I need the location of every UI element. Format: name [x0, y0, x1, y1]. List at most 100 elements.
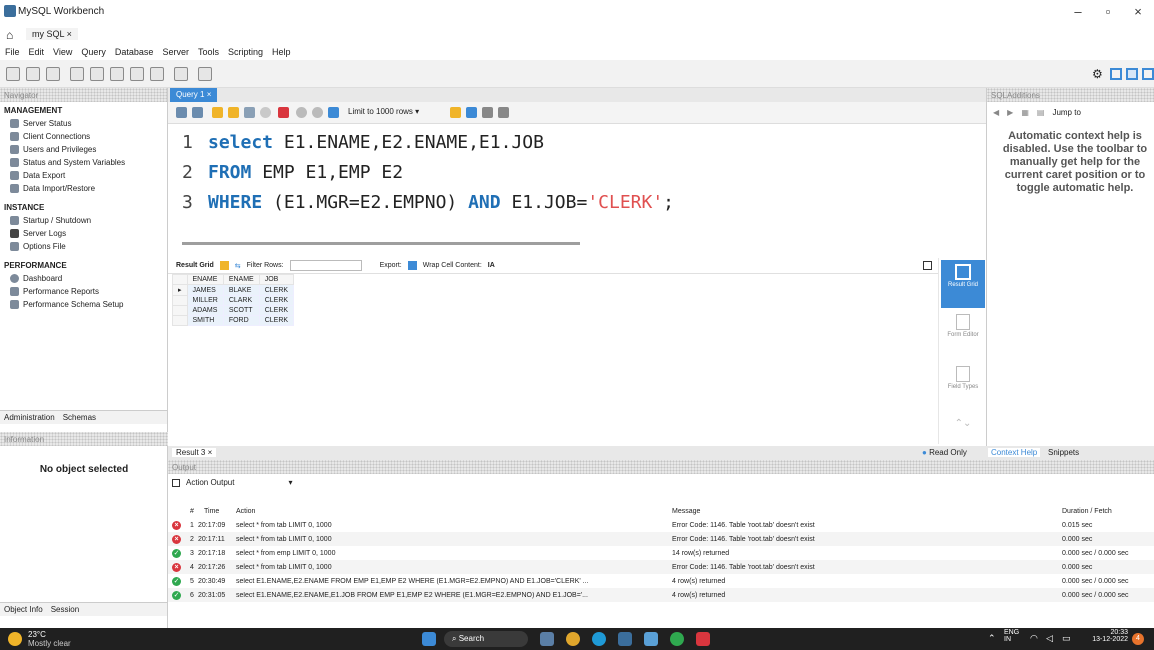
create-schema-icon[interactable] [70, 67, 84, 81]
sql-editor[interactable]: 1 select E1.ENAME,E2.ENAME,E1.JOB 2 FROM E… [168, 124, 986, 252]
save-icon[interactable] [192, 107, 203, 118]
toggle-panel-icon[interactable] [923, 261, 932, 270]
rollback-icon[interactable] [312, 107, 323, 118]
windows-start-icon[interactable] [422, 632, 436, 646]
editor-horizontal-scrollbar[interactable] [182, 242, 580, 245]
schema-inspector-icon[interactable] [46, 67, 60, 81]
nav-performance-reports[interactable]: Performance Reports [0, 285, 167, 298]
search-table-data-icon[interactable] [174, 67, 188, 81]
field-types-button[interactable]: Field Types [941, 366, 985, 412]
nav-dashboard[interactable]: Dashboard [0, 272, 167, 285]
nav-performance-schema-setup[interactable]: Performance Schema Setup [0, 298, 167, 311]
tab-snippets[interactable]: Snippets [1048, 448, 1079, 457]
stop-icon[interactable] [260, 107, 271, 118]
language-indicator[interactable]: ENG IN [1004, 629, 1019, 643]
nav-data-export[interactable]: Data Export [0, 169, 167, 182]
menu-view[interactable]: View [53, 47, 72, 57]
file-manager-icon[interactable] [644, 632, 658, 646]
weather-moon-icon[interactable] [8, 632, 22, 646]
clock[interactable]: 20:33 13-12-2022 [1090, 629, 1128, 643]
connection-tab-mysql[interactable]: my SQL × [26, 28, 78, 40]
nav-data-import[interactable]: Data Import/Restore [0, 182, 167, 195]
taskbar-search[interactable]: ⌕ Search [444, 631, 528, 647]
table-cell[interactable]: ADAMS [186, 305, 224, 316]
new-sql-tab-icon[interactable] [6, 67, 20, 81]
grid-view-icon[interactable] [219, 261, 229, 270]
table-cell[interactable]: SCOTT [222, 305, 260, 316]
table-cell[interactable]: JAMES [186, 284, 224, 296]
wifi-icon[interactable]: ◠ [1030, 633, 1038, 644]
table-cell[interactable]: CLARK [222, 295, 260, 306]
close-button[interactable]: × [1124, 4, 1152, 19]
mysql-workbench-taskbar-icon[interactable] [618, 632, 632, 646]
commit-icon[interactable] [296, 107, 307, 118]
toggle-sidebar-icon[interactable] [1110, 68, 1122, 80]
menu-scripting[interactable]: Scripting [228, 47, 263, 57]
back-icon[interactable]: ◀ [993, 108, 999, 117]
form-editor-button[interactable]: Form Editor [941, 314, 985, 360]
battery-icon[interactable]: ▭ [1062, 633, 1071, 644]
table-row[interactable]: ADAMS SCOTT CLERK [172, 305, 295, 316]
wrap-lines-icon[interactable] [498, 107, 509, 118]
filter-icon[interactable]: ⇆ [235, 262, 241, 270]
result-grid-view-button[interactable]: Result Grid [941, 260, 985, 308]
menu-file[interactable]: File [5, 47, 20, 57]
invisible-chars-icon[interactable] [482, 107, 493, 118]
table-row[interactable]: MILLER CLARK CLERK [172, 295, 295, 306]
table-cell[interactable]: SMITH [186, 315, 224, 326]
tray-chevron-icon[interactable]: ⌃ [988, 633, 996, 644]
menu-query[interactable]: Query [81, 47, 106, 57]
create-function-icon[interactable] [150, 67, 164, 81]
open-file-icon[interactable] [176, 107, 187, 118]
table-row[interactable]: ✓ 6 20:31:05 select E1.ENAME,E2.ENAME,E1… [168, 588, 1154, 602]
tab-query-1[interactable]: Query 1 × [170, 88, 218, 102]
export-icon[interactable] [407, 261, 417, 270]
table-row[interactable]: SMITH FORD CLERK [172, 315, 295, 326]
minimize-button[interactable]: – [1064, 4, 1092, 19]
autocommit-icon[interactable] [328, 107, 339, 118]
table-row[interactable]: ✓ 3 20:17:18 select * from emp LIMIT 0, … [168, 546, 1154, 560]
table-row[interactable]: × 4 20:17:26 select * from tab LIMIT 0, … [168, 560, 1154, 574]
nav-server-logs[interactable]: Server Logs [0, 227, 167, 240]
jump-to-select[interactable]: Jump to [1052, 108, 1080, 117]
nav-options-file[interactable]: Options File [0, 240, 167, 253]
execute-current-icon[interactable] [228, 107, 239, 118]
column-header[interactable]: ENAME [186, 274, 224, 285]
open-sql-script-icon[interactable] [26, 67, 40, 81]
nav-client-connections[interactable]: Client Connections [0, 130, 167, 143]
table-cell[interactable]: CLERK [258, 284, 295, 296]
forward-icon[interactable]: ▶ [1007, 108, 1013, 117]
column-header[interactable]: JOB [258, 274, 295, 285]
menu-database[interactable]: Database [115, 47, 154, 57]
table-cell[interactable]: CLERK [258, 315, 295, 326]
menu-help[interactable]: Help [272, 47, 291, 57]
table-row[interactable]: ▸ JAMES BLAKE CLERK [172, 284, 295, 296]
close-tab-icon[interactable]: × [208, 448, 213, 457]
tab-result-3[interactable]: Result 3 × [172, 448, 217, 457]
create-view-icon[interactable] [110, 67, 124, 81]
chrome-icon[interactable] [566, 632, 580, 646]
auto-help-icon[interactable]: ▤ [1037, 108, 1045, 117]
manual-help-icon[interactable]: ▦ [1021, 108, 1029, 117]
wrap-cell-icon[interactable]: IA [488, 262, 495, 269]
volume-icon[interactable]: ◁ [1046, 633, 1053, 644]
table-cell[interactable]: BLAKE [222, 284, 260, 296]
weather-temp[interactable]: 23°C [28, 630, 46, 639]
nav-users-privileges[interactable]: Users and Privileges [0, 143, 167, 156]
nav-server-status[interactable]: Server Status [0, 117, 167, 130]
menu-tools[interactable]: Tools [198, 47, 219, 57]
home-icon[interactable]: ⌂ [6, 28, 13, 42]
execute-icon[interactable] [212, 107, 223, 118]
limit-rows-select[interactable]: Limit to 1000 rows ▾ [344, 106, 423, 117]
tab-context-help[interactable]: Context Help [988, 448, 1041, 457]
close-tab-icon[interactable]: × [207, 90, 212, 99]
notification-badge[interactable]: 4 [1132, 633, 1144, 645]
maximize-button[interactable]: ▫ [1094, 4, 1122, 19]
table-cell[interactable]: FORD [222, 315, 260, 326]
tab-object-info[interactable]: Object Info [4, 605, 43, 614]
filter-rows-input[interactable] [289, 260, 362, 271]
table-cell[interactable]: CLERK [258, 295, 295, 306]
whatsapp-icon[interactable] [670, 632, 684, 646]
column-header[interactable]: ENAME [222, 274, 260, 285]
toggle-secondary-sidebar-icon[interactable] [1142, 68, 1154, 80]
